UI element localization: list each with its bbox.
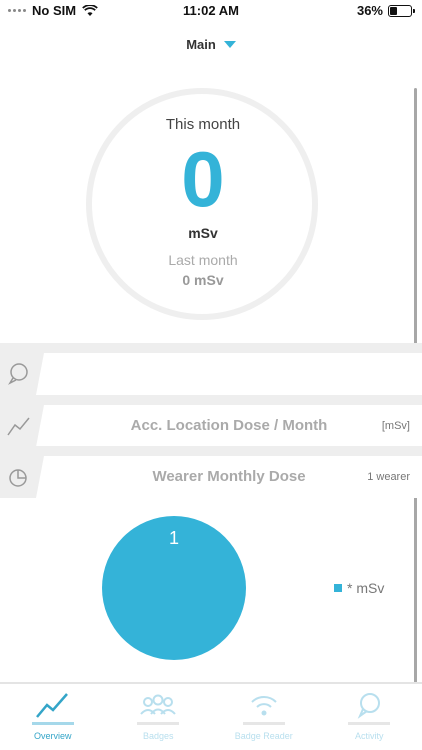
tab-indicator	[348, 722, 391, 725]
section-panel	[36, 353, 422, 395]
section-title	[36, 353, 422, 395]
tab-indicator	[31, 722, 74, 725]
wifi-reader-icon	[251, 696, 277, 716]
section-icon-area	[0, 456, 40, 498]
tab-label: Badge Reader	[234, 731, 293, 741]
location-selector[interactable]: Main	[0, 32, 422, 56]
section-unit: [mSv]	[381, 420, 410, 432]
tab-label: Overview	[33, 731, 72, 741]
tab-label: Activity	[354, 731, 384, 741]
status-bar: No SIM 11:02 AM 36%	[0, 0, 422, 22]
chart-legend: * mSv	[334, 580, 384, 596]
tab-activity[interactable]: Activity	[317, 684, 422, 750]
this-month-value: 0	[181, 135, 225, 223]
activity-bubble-icon	[357, 693, 381, 719]
section-panel: Acc. Location Dose / Month [mSv]	[36, 405, 422, 447]
caret-down-icon	[223, 40, 236, 48]
overview-chart-icon	[35, 693, 68, 718]
legend-swatch	[334, 584, 342, 592]
last-month-value: 0 mSv	[182, 272, 224, 288]
badges-people-icon	[140, 694, 177, 715]
section-icon-area	[0, 353, 40, 395]
this-month-label: This month	[165, 116, 241, 133]
section-unit: 1 wearer	[367, 471, 410, 483]
chat-bubble-icon	[8, 363, 28, 385]
section-band-wearer-dose[interactable]: Wearer Monthly Dose 1 wearer	[0, 446, 422, 498]
tab-badges[interactable]: Badges	[106, 684, 212, 750]
section-title: Wearer Monthly Dose	[152, 468, 306, 485]
tab-indicator	[137, 722, 180, 725]
tab-indicator	[242, 722, 285, 725]
legend-label: * mSv	[347, 580, 385, 596]
battery-icon	[388, 4, 415, 17]
section-panel: Wearer Monthly Dose 1 wearer	[36, 456, 422, 498]
battery-fill	[390, 6, 397, 15]
tab-overview[interactable]: Overview	[0, 684, 106, 750]
section-band-location-dose[interactable]: Acc. Location Dose / Month [mSv]	[0, 395, 422, 447]
tab-bar: Overview Badges Badge Reader Activity	[0, 682, 422, 750]
pie-chart-icon	[9, 469, 27, 487]
dose-unit: mSv	[188, 225, 218, 241]
section-icon-area	[0, 405, 40, 447]
tab-label: Badges	[142, 731, 174, 741]
section-band-activity[interactable]	[0, 343, 422, 395]
battery-percent: 36%	[356, 3, 383, 18]
tab-badge-reader[interactable]: Badge Reader	[211, 684, 317, 750]
line-chart-icon	[7, 417, 30, 436]
section-title: Acc. Location Dose / Month	[130, 417, 328, 434]
pie-slice-label: 1	[168, 528, 179, 548]
location-selector-label: Main	[186, 36, 216, 52]
status-right: 36%	[356, 3, 415, 18]
last-month-label: Last month	[168, 252, 238, 268]
